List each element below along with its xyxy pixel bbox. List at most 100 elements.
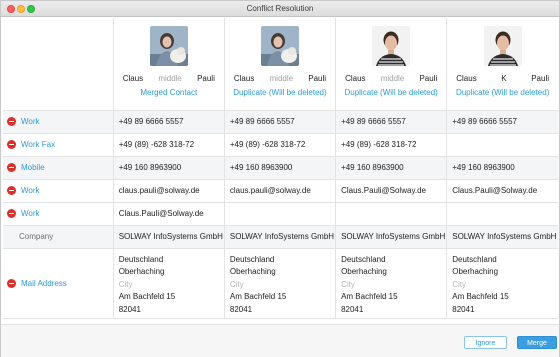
ignore-button[interactable]: Ignore xyxy=(464,336,507,349)
address-region: Oberhaching xyxy=(229,267,276,276)
field-value[interactable]: +49 89 6666 5557 xyxy=(335,110,448,134)
contact-name: Claus middle Pauli xyxy=(119,74,219,83)
address-country: Deutschland xyxy=(341,254,386,264)
middle-name: middle xyxy=(380,74,405,83)
address-zip: 82041 xyxy=(229,304,253,314)
address-country: Deutschland xyxy=(452,254,497,264)
window-title: Conflict Resolution xyxy=(246,4,314,13)
field-value[interactable] xyxy=(224,202,337,226)
contact-status: Duplicate (Will be deleted) xyxy=(344,88,438,97)
field-value[interactable]: claus.pauli@solway.de xyxy=(224,179,337,203)
field-value[interactable]: +49 89 6666 5557 xyxy=(113,110,225,134)
contact-photo xyxy=(483,26,522,66)
first-name: Claus xyxy=(456,74,477,83)
address-city-placeholder: City xyxy=(118,279,133,289)
field-value[interactable]: SOLWAY InfoSystems GmbH xyxy=(335,225,448,249)
field-value[interactable]: +49 160 8963900 xyxy=(224,156,337,180)
field-value[interactable]: SOLWAY InfoSystems GmbH xyxy=(224,225,337,249)
remove-field-icon[interactable] xyxy=(7,163,16,172)
field-value[interactable]: +49 (89) -628 318-72 xyxy=(335,133,448,157)
merge-button[interactable]: Merge xyxy=(517,336,557,349)
remove-field-icon[interactable] xyxy=(7,140,16,149)
address-zip: 82041 xyxy=(341,304,364,314)
mail-address-value[interactable]: Deutschland Oberhaching City Am Bachfeld… xyxy=(224,248,337,319)
mail-address-value[interactable]: Deutschland Oberhaching City Am Bachfeld… xyxy=(446,248,558,319)
field-value[interactable] xyxy=(335,202,448,226)
address-region: Oberhaching xyxy=(452,267,499,276)
field-value[interactable]: +49 89 6666 5557 xyxy=(224,110,337,134)
address-region: Oberhaching xyxy=(341,267,387,276)
address-street: Am Bachfeld 15 xyxy=(118,292,176,301)
contact-column: Claus K Pauli Duplicate (Will be deleted… xyxy=(446,18,558,111)
first-name: Claus xyxy=(233,74,255,83)
address-street: Am Bachfeld 15 xyxy=(341,292,398,301)
address-zip: 82041 xyxy=(118,304,141,314)
conflict-table-container[interactable]: Claus middle Pauli Merged Contact Claus … xyxy=(3,18,558,324)
contact-photo xyxy=(372,26,411,66)
contact-status: Merged Contact xyxy=(140,88,198,97)
last-name: Pauli xyxy=(531,74,549,83)
address-region: Oberhaching xyxy=(118,267,165,276)
address-city-placeholder: City xyxy=(341,279,355,289)
field-row-mail-address: Mail Address Deutschland Oberhaching Cit… xyxy=(3,248,558,319)
contact-name: Claus middle Pauli xyxy=(341,74,441,83)
contact-name: Claus K Pauli xyxy=(452,74,553,83)
first-name: Claus xyxy=(345,74,366,83)
field-label[interactable]: Work xyxy=(21,209,40,218)
address-country: Deutschland xyxy=(229,254,275,264)
field-value[interactable]: Claus.Pauli@Solway.de xyxy=(446,179,558,203)
field-value[interactable]: +49 160 8963900 xyxy=(113,156,225,180)
contact-column: Claus middle Pauli Duplicate (Will be de… xyxy=(224,18,337,111)
mail-address-value[interactable]: Deutschland Oberhaching City Am Bachfeld… xyxy=(113,248,225,319)
field-label-cell: Mobile xyxy=(3,156,114,180)
field-value[interactable]: claus.pauli@solway.de xyxy=(113,179,225,203)
contact-photo xyxy=(260,26,299,66)
field-label[interactable]: Mail Address xyxy=(21,279,67,288)
first-name: Claus xyxy=(122,74,144,83)
field-value[interactable] xyxy=(446,202,558,226)
last-name: Pauli xyxy=(197,74,215,83)
field-value[interactable]: SOLWAY InfoSystems GmbH xyxy=(446,225,558,249)
conflict-table: Claus middle Pauli Merged Contact Claus … xyxy=(3,18,558,319)
contact-status: Duplicate (Will be deleted) xyxy=(233,88,327,97)
address-street: Am Bachfeld 15 xyxy=(229,292,287,301)
field-label[interactable]: Work xyxy=(21,117,40,126)
field-label-cell: Work xyxy=(3,179,114,203)
last-name: Pauli xyxy=(419,74,438,83)
contact-status: Duplicate (Will be deleted) xyxy=(455,88,550,97)
remove-field-icon[interactable] xyxy=(7,209,16,218)
middle-name: K xyxy=(501,74,507,83)
footer-bar: Ignore Merge xyxy=(1,324,559,357)
field-label-cell: Work xyxy=(3,202,114,226)
field-value[interactable]: +49 160 8963900 xyxy=(446,156,558,180)
remove-field-icon[interactable] xyxy=(7,278,16,288)
address-street: Am Bachfeld 15 xyxy=(452,292,509,301)
field-label-cell: Work xyxy=(3,110,114,134)
address-city-placeholder: City xyxy=(452,279,467,289)
address-country: Deutschland xyxy=(118,254,164,264)
title-bar: Conflict Resolution xyxy=(1,1,559,17)
field-row-company: Company SOLWAY InfoSystems GmbH SOLWAY I… xyxy=(3,225,558,249)
field-label-cell: Company xyxy=(3,225,114,249)
field-value[interactable]: +49 89 6666 5557 xyxy=(446,110,558,134)
field-label-cell: Work Fax xyxy=(3,133,114,157)
middle-name: middle xyxy=(269,74,294,83)
field-label-cell: Mail Address xyxy=(3,248,114,319)
field-value[interactable]: Claus.Pauli@Solway.de xyxy=(113,202,225,226)
field-value[interactable] xyxy=(446,133,558,157)
mail-address-value[interactable]: Deutschland Oberhaching City Am Bachfeld… xyxy=(335,248,448,319)
remove-field-icon[interactable] xyxy=(7,117,16,126)
field-row-work-email: Work claus.pauli@solway.de claus.pauli@s… xyxy=(3,179,558,203)
field-value[interactable]: SOLWAY InfoSystems GmbH xyxy=(113,225,225,249)
remove-field-icon[interactable] xyxy=(7,186,16,195)
address-city-placeholder: City xyxy=(229,279,244,289)
field-value[interactable]: +49 (89) -628 318-72 xyxy=(113,133,225,157)
field-label[interactable]: Work Fax xyxy=(21,140,55,149)
contact-column: Claus middle Pauli Merged Contact xyxy=(113,18,225,111)
field-label[interactable]: Mobile xyxy=(21,163,45,172)
field-value[interactable]: +49 160 8963900 xyxy=(335,156,448,180)
field-value[interactable]: +49 (89) -628 318-72 xyxy=(224,133,337,157)
field-value[interactable]: Claus.Pauli@Solway.de xyxy=(335,179,448,203)
contact-name: Claus middle Pauli xyxy=(230,74,330,83)
field-label[interactable]: Work xyxy=(21,186,40,195)
